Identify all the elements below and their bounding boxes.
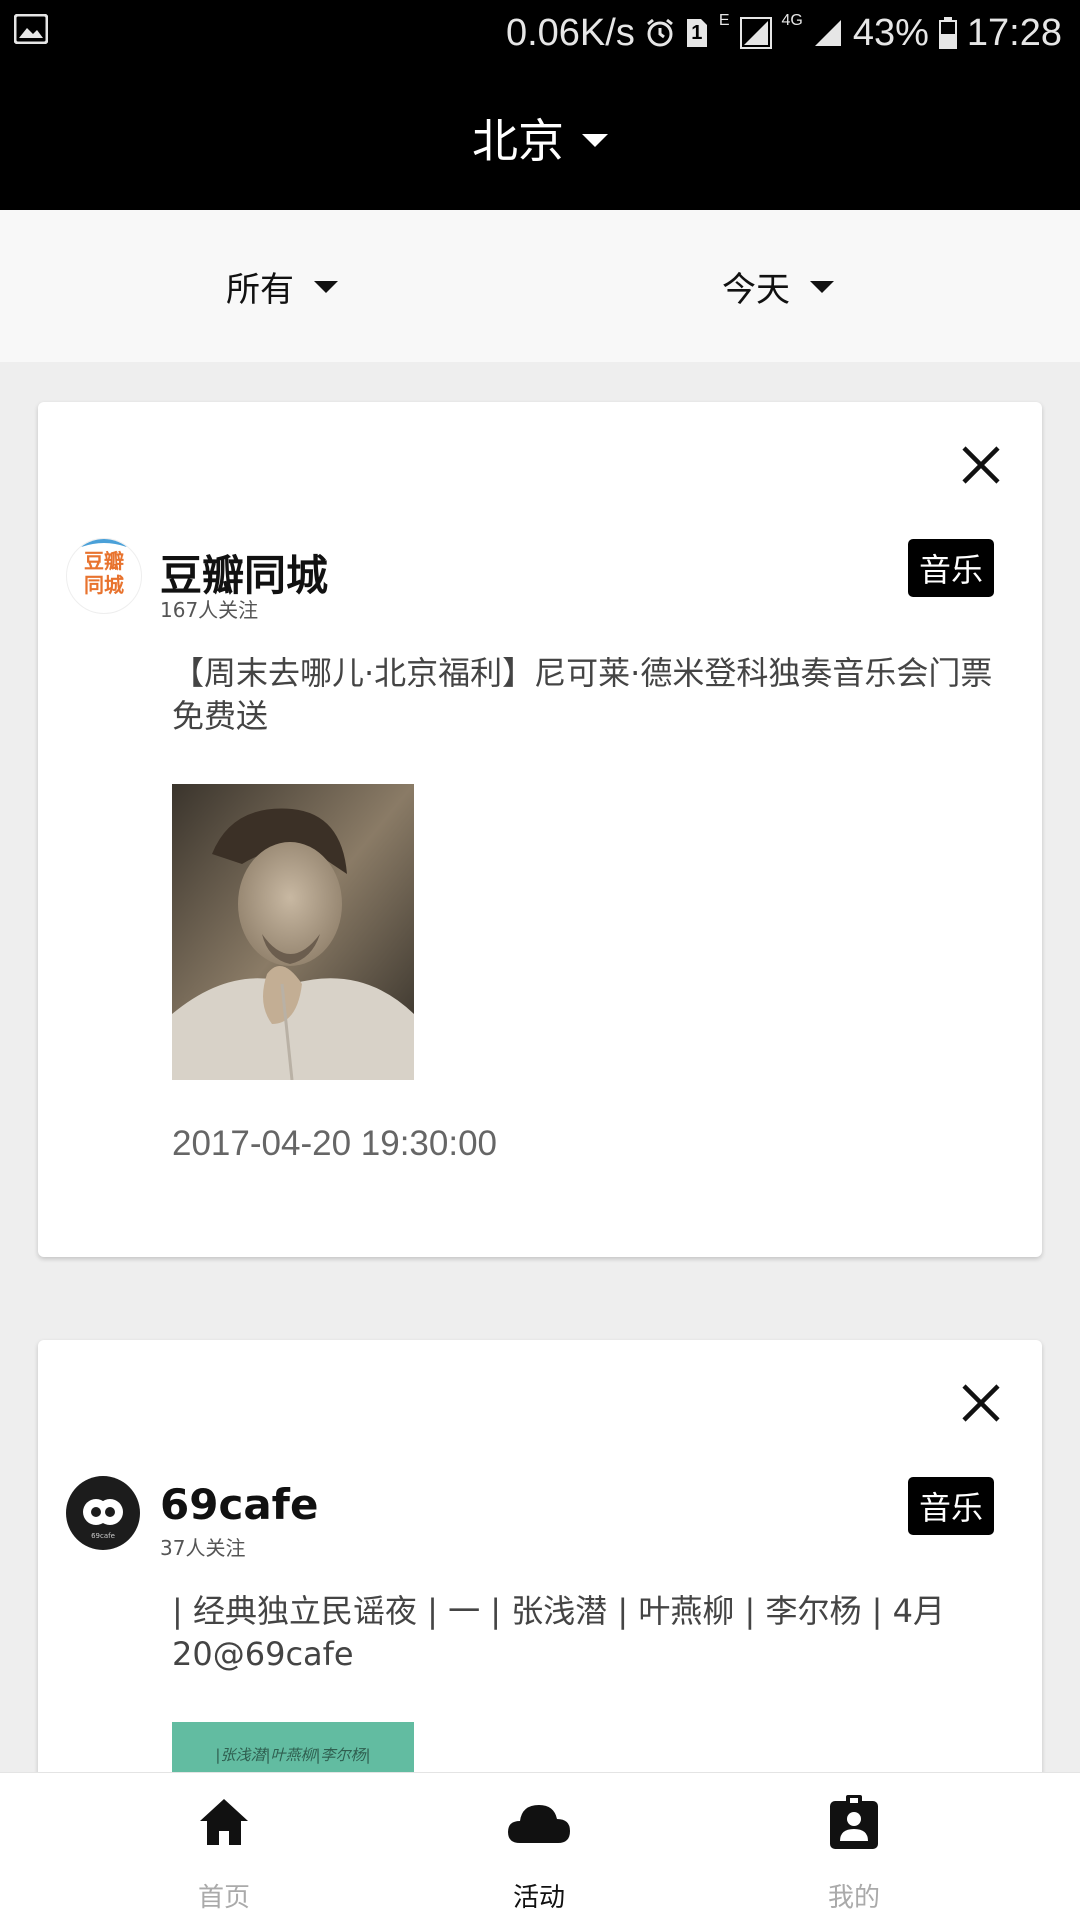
date-filter-label: 今天 (722, 269, 790, 310)
network-type-e: E (718, 12, 730, 29)
event-feed[interactable]: 豆瓣 同城 豆瓣同城 167人关注 音乐 【周末去哪儿·北京福利】尼可莱·德米登… (0, 362, 1080, 1772)
cloud-icon (506, 1801, 572, 1849)
organizer-avatar[interactable]: 69cafe (66, 1476, 140, 1550)
sim-icon: 1 (685, 17, 709, 49)
event-card[interactable]: 69cafe 69cafe 37人关注 音乐 | 经典独立民谣夜 | 一 | 张… (38, 1340, 1042, 1772)
network-type-4g: 4G (781, 12, 803, 29)
city-name: 北京 (472, 114, 564, 168)
event-card[interactable]: 豆瓣 同城 豆瓣同城 167人关注 音乐 【周末去哪儿·北京福利】尼可莱·德米登… (38, 402, 1042, 1257)
organizer-avatar[interactable]: 豆瓣 同城 (66, 538, 142, 614)
category-filter[interactable]: 所有 (226, 210, 338, 362)
net-speed: 0.06K/s (505, 11, 635, 54)
bottom-nav: 首页 活动 我的 (0, 1772, 1080, 1921)
clock: 17:28 (966, 11, 1062, 54)
nav-home[interactable]: 首页 (124, 1773, 324, 1921)
follower-count: 167人关注 (160, 598, 259, 622)
follower-count: 37人关注 (160, 1536, 246, 1560)
title-bar: 北京 (0, 66, 1080, 210)
event-title[interactable]: | 经典独立民谣夜 | 一 | 张浅潜 | 叶燕柳 | 李尔杨 | 4月20@6… (172, 1590, 1002, 1676)
image-icon (13, 13, 49, 45)
caret-down-icon (810, 281, 834, 293)
category-tag: 音乐 (908, 1477, 994, 1535)
close-icon[interactable] (960, 1382, 1002, 1424)
nav-label: 活动 (512, 1883, 565, 1913)
nav-activities[interactable]: 活动 (439, 1773, 639, 1921)
nav-label: 首页 (197, 1883, 250, 1913)
nav-profile[interactable]: 我的 (754, 1773, 954, 1921)
date-filter[interactable]: 今天 (722, 210, 834, 362)
sim-number: 1 (691, 21, 703, 44)
caret-down-icon (582, 133, 608, 147)
close-icon[interactable] (960, 444, 1002, 486)
poster-text: |张浅潜|叶燕柳|李尔杨| (215, 1746, 371, 1764)
event-poster-image[interactable] (172, 784, 414, 1080)
nav-label: 我的 (827, 1883, 880, 1913)
avatar-text: 同城 (84, 573, 124, 597)
category-filter-label: 所有 (226, 269, 294, 310)
category-tag: 音乐 (908, 539, 994, 597)
status-bar: 0.06K/s 1 E 4G 43% 17:28 (0, 0, 1080, 66)
filter-bar: 所有 今天 (0, 210, 1080, 362)
caret-down-icon (314, 281, 338, 293)
signal-icon (739, 17, 772, 49)
battery-icon (938, 17, 957, 49)
avatar-caption: 69cafe (91, 1532, 115, 1540)
event-time: 2017-04-20 19:30:00 (172, 1124, 497, 1163)
organizer-name[interactable]: 69cafe (160, 1480, 318, 1529)
event-poster-image[interactable]: |张浅潜|叶燕柳|李尔杨| (172, 1722, 414, 1772)
battery-percent: 43% (852, 11, 929, 54)
profile-badge-icon (830, 1795, 878, 1853)
alarm-icon (645, 18, 675, 48)
signal-strength-icon (813, 18, 843, 48)
event-title[interactable]: 【周末去哪儿·北京福利】尼可莱·德米登科独奏音乐会门票免费送 (172, 652, 1002, 738)
home-icon (198, 1797, 250, 1851)
avatar-text: 豆瓣 (84, 549, 124, 573)
city-selector[interactable]: 北京 (472, 105, 608, 171)
